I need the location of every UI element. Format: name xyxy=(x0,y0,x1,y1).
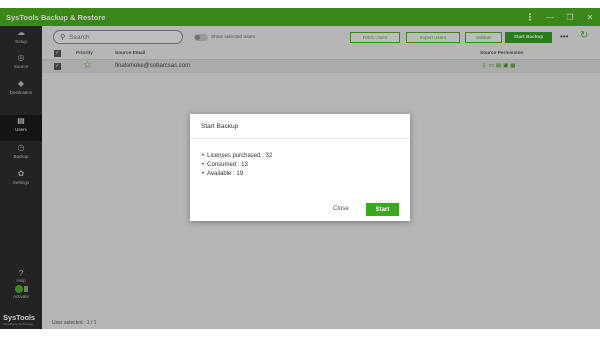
dialog-body: Licenses purchased : 32 Consumed : 13 Av… xyxy=(202,152,272,179)
start-button[interactable]: Start xyxy=(366,203,399,216)
dialog-title: Start Backup xyxy=(190,114,410,139)
licenses-purchased: Licenses purchased : 32 xyxy=(202,152,272,161)
start-backup-dialog: Start Backup Licenses purchased : 32 Con… xyxy=(190,114,410,221)
licenses-consumed: Consumed : 13 xyxy=(202,161,272,170)
close-button[interactable]: Close xyxy=(333,205,349,212)
licenses-available: Available : 19 xyxy=(202,170,272,179)
